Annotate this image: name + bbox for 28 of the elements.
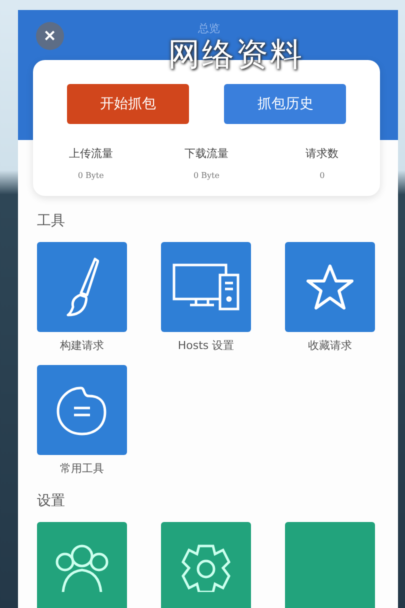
tool-tile[interactable] xyxy=(161,522,251,608)
tile-label: 收藏请求 xyxy=(308,338,352,353)
section-heading: 设置 xyxy=(37,492,66,510)
screen-title: 总览 xyxy=(198,22,220,35)
tool-tile[interactable] xyxy=(285,522,375,608)
palette-icon xyxy=(55,384,109,436)
tile-label: 常用工具 xyxy=(60,461,104,476)
tool-tile[interactable] xyxy=(161,242,251,332)
action-button[interactable]: 开始抓包 xyxy=(66,84,189,124)
stat-value: 0 Byte xyxy=(193,171,220,180)
tool-tile[interactable] xyxy=(37,365,127,455)
stat-value: 0 Byte xyxy=(78,171,104,180)
stat-label: 请求数 xyxy=(306,146,339,161)
stat-label: 上传流量 xyxy=(68,146,113,161)
stat-value: 0 xyxy=(320,171,325,180)
close-button[interactable]: ✕ xyxy=(36,22,64,50)
stat-label: 下载流量 xyxy=(184,146,228,161)
tool-tile[interactable] xyxy=(285,242,375,332)
brush-icon xyxy=(65,257,99,317)
tile-label: Hosts 设置 xyxy=(178,338,234,353)
tile-label: 构建请求 xyxy=(60,338,104,353)
computer-icon xyxy=(172,263,240,311)
tool-tile[interactable] xyxy=(37,242,127,332)
tool-tile[interactable] xyxy=(37,522,127,608)
gear-icon xyxy=(179,542,233,592)
action-button[interactable]: 抓包历史 xyxy=(224,84,346,124)
section-heading: 工具 xyxy=(37,212,66,230)
star-icon xyxy=(305,263,355,311)
